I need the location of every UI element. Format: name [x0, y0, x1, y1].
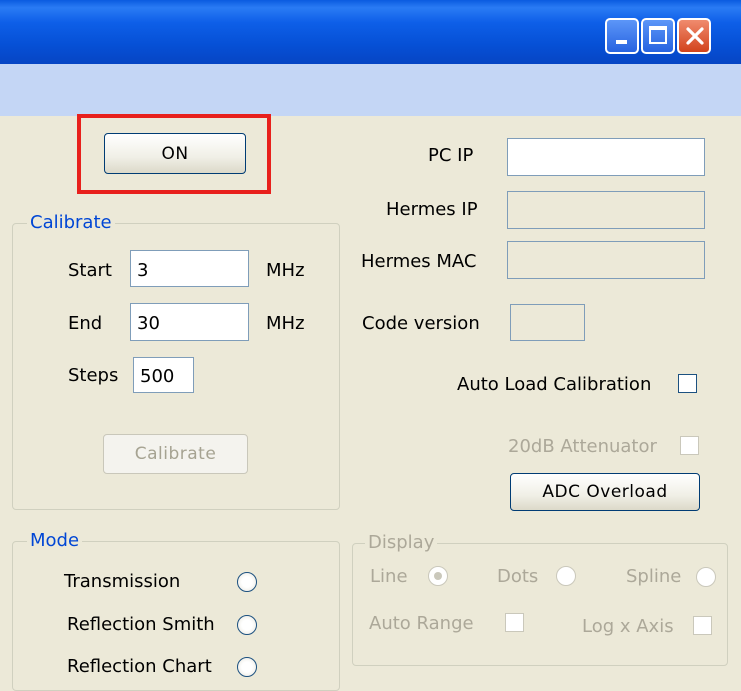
code-version-label: Code version	[362, 313, 480, 334]
close-icon	[686, 27, 704, 45]
end-label: End	[68, 313, 103, 334]
start-frequency-input[interactable]	[130, 250, 249, 287]
line-radio[interactable]	[428, 566, 448, 586]
log-x-axis-checkbox[interactable]	[693, 616, 712, 635]
hermes-mac-label: Hermes MAC	[361, 251, 477, 272]
pc-ip-input[interactable]	[507, 138, 705, 176]
mode-option-label: Reflection Chart	[67, 656, 212, 677]
dots-label: Dots	[497, 566, 539, 587]
start-label: Start	[68, 260, 112, 281]
auto-range-label: Auto Range	[369, 613, 474, 634]
display-group-title: Display	[365, 532, 438, 553]
spline-radio[interactable]	[696, 567, 716, 587]
hermes-mac-field	[507, 241, 705, 279]
mode-option-label: Reflection Smith	[67, 614, 215, 635]
dots-radio[interactable]	[556, 566, 576, 586]
adc-overload-button[interactable]: ADC Overload	[510, 473, 700, 511]
reflection-chart-radio[interactable]	[237, 657, 257, 677]
calibrate-group-title: Calibrate	[27, 212, 115, 233]
attenuator-label: 20dB Attenuator	[508, 436, 657, 457]
maximize-icon	[649, 26, 667, 44]
calibrate-button[interactable]: Calibrate	[103, 434, 248, 474]
hermes-ip-label: Hermes IP	[386, 199, 478, 220]
auto-range-checkbox[interactable]	[505, 613, 524, 632]
close-button[interactable]	[677, 18, 711, 54]
maximize-button[interactable]	[641, 18, 675, 54]
mode-option-label: Transmission	[64, 571, 181, 592]
mode-group-title: Mode	[27, 530, 83, 551]
steps-input[interactable]	[133, 357, 194, 393]
log-x-axis-label: Log x Axis	[582, 616, 674, 637]
display-group	[352, 543, 728, 666]
code-version-field	[510, 304, 585, 341]
menu-strip	[0, 64, 741, 116]
end-frequency-input[interactable]	[130, 303, 249, 341]
hermes-ip-field	[507, 191, 705, 229]
end-unit-label: MHz	[266, 313, 305, 334]
on-button[interactable]: ON	[104, 133, 246, 174]
start-unit-label: MHz	[266, 260, 305, 281]
line-label: Line	[370, 566, 408, 587]
minimize-icon	[616, 40, 627, 44]
transmission-radio[interactable]	[237, 572, 257, 592]
auto-load-calibration-label: Auto Load Calibration	[457, 374, 652, 395]
attenuator-checkbox[interactable]	[680, 436, 699, 455]
reflection-smith-radio[interactable]	[237, 615, 257, 635]
minimize-button[interactable]	[605, 18, 639, 54]
pc-ip-label: PC IP	[428, 145, 474, 166]
steps-label: Steps	[68, 365, 119, 386]
spline-label: Spline	[626, 566, 682, 587]
auto-load-calibration-checkbox[interactable]	[678, 374, 697, 393]
